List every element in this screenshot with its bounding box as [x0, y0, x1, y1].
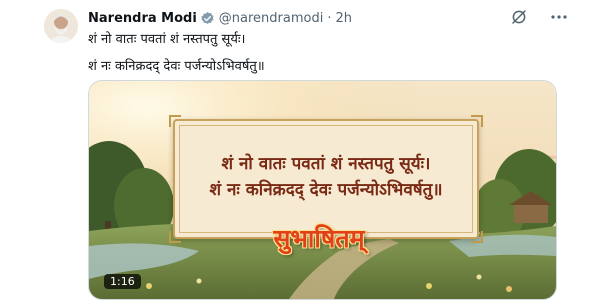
plaque-corner-ornament	[169, 115, 181, 127]
tweet-header: Narendra Modi @narendramodi · 2h	[88, 9, 352, 27]
plaque-corner-ornament	[471, 231, 483, 243]
verified-badge-icon	[200, 11, 215, 26]
verse-line-2: शं नः कनिक्रदद् देवः पर्जन्योऽभिवर्षतु॥	[209, 180, 443, 200]
header-actions	[510, 8, 568, 26]
plaque-corner-ornament	[169, 231, 181, 243]
subhashitam-title: सुभाषितम्	[273, 224, 365, 253]
author-name[interactable]: Narendra Modi	[88, 11, 197, 26]
timestamp[interactable]: 2h	[335, 11, 352, 26]
tweet-text-line-1: शं नो वातः पवतां शं नस्तपतु सूर्यः।	[88, 32, 246, 47]
verse-line-1: शं नो वातः पवतां शं नस्तपतु सूर्यः।	[221, 154, 431, 174]
avatar-image	[44, 9, 78, 43]
video-player[interactable]: शं नो वातः पवतां शं नस्तपतु सूर्यः। शं न…	[88, 80, 557, 300]
more-icon[interactable]	[550, 8, 568, 26]
avatar[interactable]	[44, 9, 78, 43]
tweet-text-line-2: शं नः कनिक्रदद् देवः पर्जन्योऽभिवर्षतु॥	[88, 59, 265, 74]
author-handle[interactable]: @narendramodi	[219, 11, 324, 26]
tweet[interactable]: Narendra Modi @narendramodi · 2h शं नो व	[0, 0, 600, 300]
video-duration-badge: 1:16	[104, 274, 141, 289]
grok-icon[interactable]	[510, 8, 528, 26]
plaque-corner-ornament	[471, 115, 483, 127]
separator-dot: ·	[327, 10, 332, 26]
